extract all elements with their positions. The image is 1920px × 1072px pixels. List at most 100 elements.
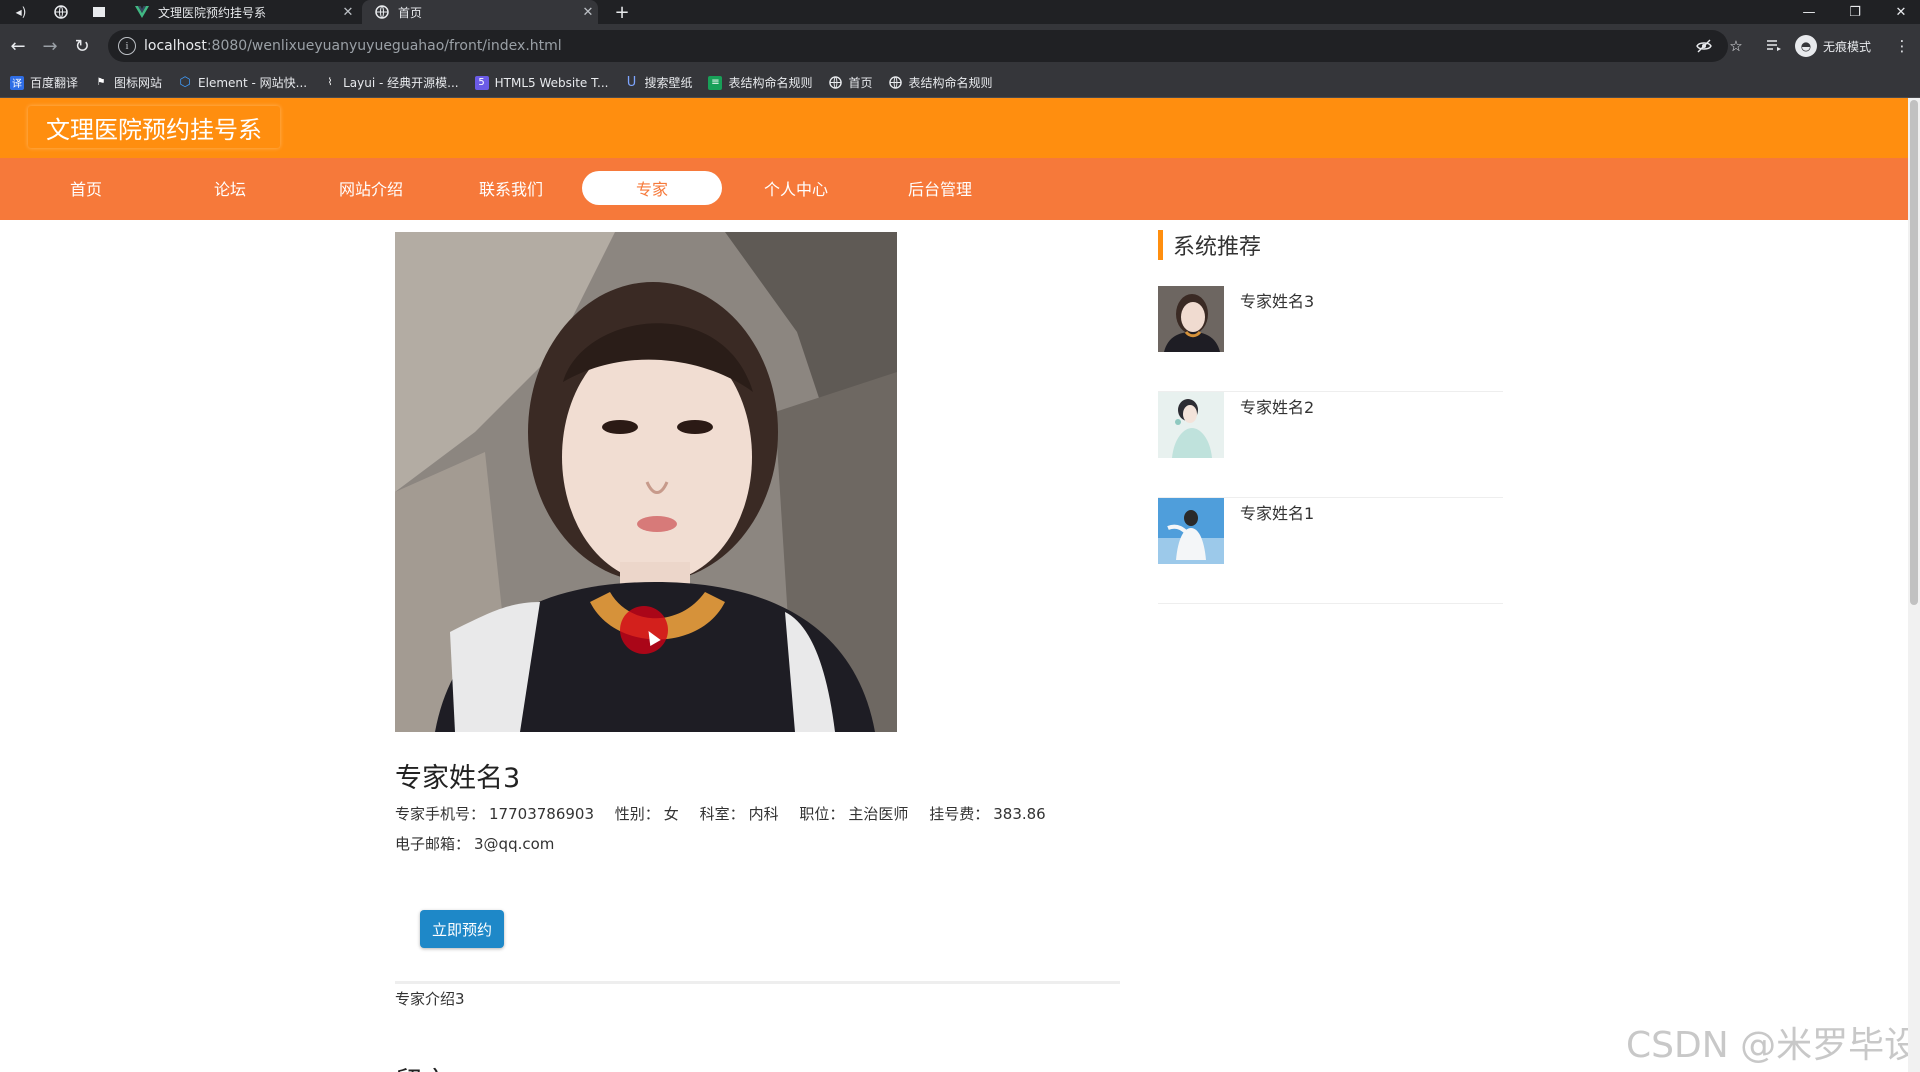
wallpaper-icon: U — [626, 75, 637, 90]
recommend-title: 系统推荐 — [1158, 230, 1261, 260]
info-icon[interactable]: i — [118, 37, 136, 55]
reading-list-icon[interactable] — [1762, 34, 1786, 58]
bookmark-label: Element - 网站快... — [198, 76, 308, 90]
expert-name: 专家姓名3 — [395, 763, 521, 794]
bookmark-label: 表结构命名规则 — [728, 76, 813, 90]
flag-icon: ⚑ — [96, 77, 106, 88]
incognito-icon: ◓ — [1795, 35, 1817, 57]
browser-tab-bar: ◂) 文理医院预约挂号系 ✕ 首页 ✕ + — ❐ ✕ — [0, 0, 1920, 24]
vue-icon — [134, 4, 150, 20]
fee-label: 挂号费： — [929, 805, 990, 823]
bookmark-label: 图标网站 — [114, 76, 163, 90]
expert-email-line: 电子邮箱： 3@qq.com — [395, 833, 558, 854]
bookmark-item[interactable]: 5 HTML5 Website T... — [474, 75, 609, 90]
back-button[interactable]: ← — [4, 32, 32, 60]
bookmark-item[interactable]: ⬡ Element - 网站快... — [178, 74, 307, 91]
email-label: 电子邮箱： — [395, 835, 471, 853]
minimize-button[interactable]: — — [1786, 0, 1832, 24]
bookmark-item[interactable]: ⚑ 图标网站 — [94, 74, 163, 91]
browser-toolbar: ← → ↻ i localhost:8080/wenlixueyuanyuyue… — [0, 24, 1920, 68]
tab-home[interactable]: 首页 ✕ — [362, 0, 598, 24]
bookmark-label: 表结构命名规则 — [908, 76, 993, 90]
window-close-button[interactable]: ✕ — [1878, 0, 1920, 24]
reload-button[interactable]: ↻ — [68, 32, 96, 60]
mute-icon[interactable]: ◂) — [6, 0, 36, 24]
bookmark-label: HTML5 Website T... — [494, 75, 609, 90]
close-icon[interactable]: ✕ — [578, 5, 598, 20]
page-scrollbar[interactable] — [1908, 98, 1920, 1072]
phone-value: 17703786903 — [489, 805, 594, 823]
recommend-thumbnail[interactable] — [1158, 392, 1224, 458]
incognito-profile[interactable]: ◓ 无痕模式 — [1795, 34, 1871, 58]
recommend-name[interactable]: 专家姓名2 — [1240, 394, 1314, 418]
expert-info-line: 专家手机号： 17703786903 性别：女 科室： 内科 职位： 主治医师 挂号费… — [395, 803, 1050, 824]
nav-item-experts[interactable]: 专家 — [582, 171, 722, 205]
bookmark-item[interactable]: U 搜索壁纸 — [624, 74, 693, 91]
restore-button[interactable]: ❐ — [1832, 0, 1878, 24]
address-bar[interactable]: i localhost:8080/wenlixueyuanyuyueguahao… — [108, 30, 1728, 62]
more-menu-icon[interactable]: ⋮ — [1892, 34, 1912, 58]
recommend-item[interactable]: 专家姓名3 — [1158, 286, 1503, 392]
nav-item-contact[interactable]: 联系我们 — [441, 171, 581, 205]
site-title: 文理医院预约挂号系 — [28, 106, 280, 148]
nav-item-profile[interactable]: 个人中心 — [726, 171, 866, 205]
dept-label: 科室： — [699, 805, 745, 823]
gender-value: 女 — [663, 805, 679, 823]
tab-hospital[interactable]: 文理医院预约挂号系 ✕ — [122, 0, 358, 24]
table-icon: ≡ — [708, 75, 723, 90]
bookmarks-bar: 译百度翻译 ⚑ 图标网站 ⬡ Element - 网站快... ⌇ Layui - 经… — [0, 68, 1920, 98]
gender-label: 性别： — [614, 805, 660, 823]
web-page: 文理医院预约挂号系 首页 论坛 网站介绍 联系我们 专家 个人中心 后台管理 专… — [0, 98, 1908, 1072]
bookmark-item[interactable]: 译百度翻译 — [10, 74, 78, 91]
expert-intro: 专家介绍3 — [395, 990, 465, 1008]
tab-grid-icon[interactable] — [84, 0, 114, 24]
click-indicator — [620, 606, 668, 654]
translate-icon: 译 — [10, 75, 24, 90]
globe-icon — [828, 76, 842, 90]
site-nav: 首页 论坛 网站介绍 联系我们 专家 个人中心 后台管理 — [0, 158, 1908, 220]
nav-item-home[interactable]: 首页 — [16, 171, 156, 205]
url-path: :8080/wenlixueyuanyuyueguahao/front/inde… — [206, 38, 562, 54]
html5-icon: 5 — [474, 75, 489, 90]
bookmark-label: 百度翻译 — [30, 76, 79, 90]
book-now-button[interactable]: 立即预约 — [420, 910, 504, 948]
forward-button[interactable]: → — [36, 32, 64, 60]
phone-label: 专家手机号： — [395, 805, 486, 823]
watermark: CSDN @米罗毕设 — [1626, 1025, 1908, 1066]
position-label: 职位： — [799, 805, 845, 823]
site-header: 文理医院预约挂号系 — [0, 98, 1908, 158]
email-value: 3@qq.com — [474, 835, 555, 853]
bookmark-item[interactable]: 首页 — [828, 74, 873, 91]
bookmark-item[interactable]: 表结构命名规则 — [889, 74, 993, 91]
new-tab-button[interactable]: + — [610, 0, 634, 24]
eye-off-icon[interactable] — [1692, 34, 1716, 58]
bookmark-label: Layui - 经典开源模... — [343, 76, 459, 90]
recommend-name[interactable]: 专家姓名1 — [1240, 500, 1314, 524]
bookmark-label: 首页 — [848, 76, 873, 90]
nav-item-about[interactable]: 网站介绍 — [301, 171, 441, 205]
globe-icon[interactable] — [46, 0, 76, 24]
recommend-item[interactable]: 专家姓名2 — [1158, 392, 1503, 498]
nav-item-admin[interactable]: 后台管理 — [870, 171, 1010, 205]
recommend-item[interactable]: 专家姓名1 — [1158, 498, 1503, 604]
comments-title: 留言 — [395, 1060, 449, 1072]
bookmark-label: 搜索壁纸 — [644, 76, 693, 90]
dept-value: 内科 — [748, 805, 779, 823]
recommend-thumbnail[interactable] — [1158, 286, 1224, 352]
incognito-label: 无痕模式 — [1823, 39, 1872, 54]
tab-label: 首页 — [398, 5, 423, 20]
nav-item-forum[interactable]: 论坛 — [160, 171, 300, 205]
divider — [395, 981, 1120, 984]
scrollbar-thumb[interactable] — [1910, 100, 1918, 605]
expert-photo — [395, 232, 897, 732]
element-icon: ⬡ — [179, 75, 191, 90]
bookmark-item[interactable]: ⌇ Layui - 经典开源模... — [323, 74, 459, 91]
close-icon[interactable]: ✕ — [338, 5, 358, 20]
star-icon[interactable]: ☆ — [1724, 34, 1748, 58]
bookmark-item[interactable]: ≡ 表结构命名规则 — [708, 74, 812, 91]
layui-icon: ⌇ — [327, 77, 333, 88]
globe-icon — [374, 4, 390, 20]
recommend-thumbnail[interactable] — [1158, 498, 1224, 564]
tab-label: 文理医院预约挂号系 — [158, 5, 267, 20]
recommend-name[interactable]: 专家姓名3 — [1240, 288, 1314, 312]
